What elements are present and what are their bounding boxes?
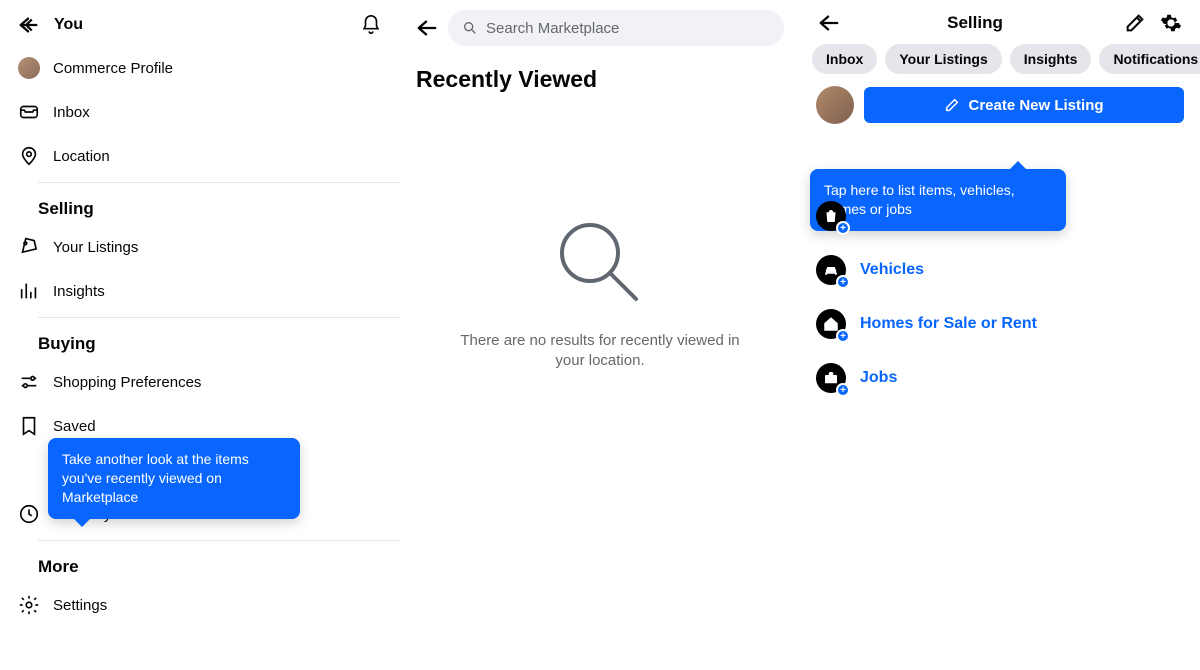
bookmark-icon: [18, 415, 40, 437]
recently-viewed-tooltip: Take another look at the items you've re…: [48, 438, 300, 519]
plus-badge-icon: +: [836, 221, 850, 235]
chip-inbox[interactable]: Inbox: [812, 44, 877, 74]
category-homes[interactable]: + Homes for Sale or Rent: [800, 297, 1200, 351]
user-avatar-icon: [18, 57, 40, 79]
commerce-profile-row[interactable]: Commerce Profile: [0, 46, 400, 90]
house-icon: +: [816, 309, 846, 339]
insights-label: Insights: [53, 283, 105, 300]
empty-state-text: There are no results for recently viewed…: [445, 331, 755, 372]
divider: [38, 182, 400, 183]
inbox-row[interactable]: Inbox: [0, 90, 400, 134]
car-icon: +: [816, 255, 846, 285]
magnifier-icon: [550, 213, 650, 313]
plus-badge-icon: +: [836, 383, 850, 397]
notification-bell-icon[interactable]: [360, 14, 382, 36]
pane-recently-viewed: Search Marketplace Recently Viewed There…: [400, 0, 800, 670]
saved-label: Saved: [53, 418, 96, 435]
shopping-preferences-label: Shopping Preferences: [53, 374, 201, 391]
search-icon: [462, 20, 478, 36]
pane1-title: You: [54, 16, 360, 34]
bar-chart-icon: [18, 280, 40, 302]
divider: [38, 540, 400, 541]
gear-icon: [18, 594, 40, 616]
your-listings-row[interactable]: Your Listings: [0, 225, 400, 269]
insights-row[interactable]: Insights: [0, 269, 400, 313]
your-listings-label: Your Listings: [53, 239, 138, 256]
inbox-icon: [18, 101, 40, 123]
clock-icon: [18, 503, 40, 525]
back-arrow-icon[interactable]: [416, 17, 438, 39]
user-avatar-icon[interactable]: [816, 86, 854, 124]
location-pin-icon: [18, 145, 40, 167]
compose-icon: [944, 97, 960, 113]
gear-icon[interactable]: [1160, 12, 1182, 34]
back-arrow-icon[interactable]: [18, 14, 40, 36]
location-label: Location: [53, 148, 110, 165]
chip-notifications[interactable]: Notifications: [1099, 44, 1200, 74]
category-jobs[interactable]: + Jobs: [800, 351, 1200, 405]
divider: [38, 317, 400, 318]
category-list: + Items + Vehicles + Homes for Sale or R…: [800, 124, 1200, 405]
plus-badge-icon: +: [836, 329, 850, 343]
more-section-title: More: [0, 545, 400, 583]
settings-row[interactable]: Settings: [0, 583, 400, 627]
settings-label: Settings: [53, 597, 107, 614]
category-vehicles[interactable]: + Vehicles: [800, 243, 1200, 297]
pane3-header: Selling: [800, 0, 1200, 34]
buying-section-title: Buying: [0, 322, 400, 360]
inbox-label: Inbox: [53, 104, 90, 121]
back-arrow-icon[interactable]: [818, 12, 840, 34]
create-listing-row: Create New Listing: [800, 82, 1200, 124]
plus-badge-icon: +: [836, 275, 850, 289]
pane1-header: You: [0, 0, 400, 36]
selling-section-title: Selling: [0, 187, 400, 225]
tag-icon: [18, 236, 40, 258]
location-row[interactable]: Location: [0, 134, 400, 178]
create-listing-tooltip: Tap here to list items, vehicles, homes …: [810, 169, 1066, 231]
edit-icon[interactable]: [1124, 12, 1146, 34]
briefcase-icon: +: [816, 363, 846, 393]
search-input[interactable]: Search Marketplace: [448, 10, 784, 46]
sliders-icon: [18, 371, 40, 393]
category-homes-label: Homes for Sale or Rent: [860, 315, 1037, 333]
create-new-listing-label: Create New Listing: [968, 97, 1103, 114]
chip-your-listings[interactable]: Your Listings: [885, 44, 1001, 74]
shopping-preferences-row[interactable]: Shopping Preferences: [0, 360, 400, 404]
pane-you: You Commerce Profile Inbox Location Sell…: [0, 0, 400, 670]
category-vehicles-label: Vehicles: [860, 261, 924, 279]
empty-state: There are no results for recently viewed…: [400, 99, 800, 372]
pane2-header: Search Marketplace: [400, 0, 800, 56]
shopping-bag-icon: +: [816, 201, 846, 231]
recently-viewed-title: Recently Viewed: [400, 56, 800, 99]
pane-selling: Selling Inbox Your Listings Insights Not…: [800, 0, 1200, 670]
filter-chips: Inbox Your Listings Insights Notificatio…: [800, 34, 1200, 82]
chip-insights[interactable]: Insights: [1010, 44, 1092, 74]
create-new-listing-button[interactable]: Create New Listing: [864, 87, 1184, 123]
selling-title: Selling: [840, 13, 1110, 33]
commerce-profile-label: Commerce Profile: [53, 60, 173, 77]
search-placeholder: Search Marketplace: [486, 20, 619, 37]
category-jobs-label: Jobs: [860, 369, 897, 387]
